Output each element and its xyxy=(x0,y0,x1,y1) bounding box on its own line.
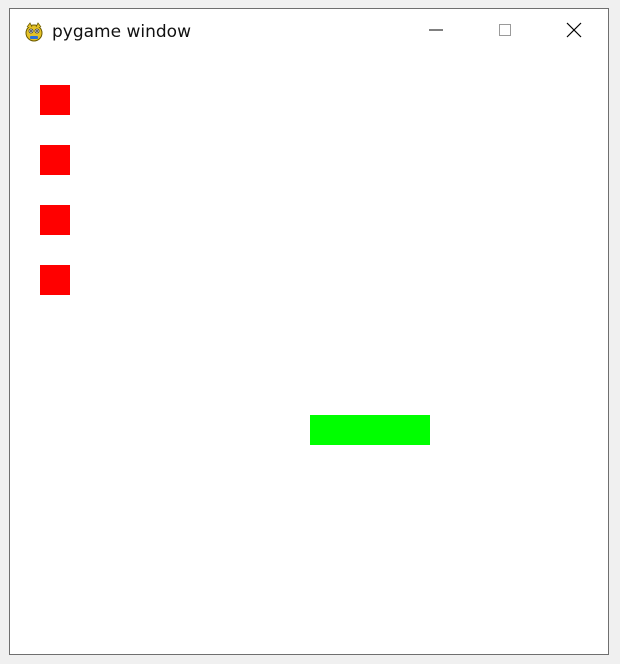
pygame-snake-icon xyxy=(23,21,45,43)
green-paddle xyxy=(310,415,430,445)
game-canvas[interactable] xyxy=(10,55,608,654)
minimize-icon xyxy=(428,22,444,42)
red-block xyxy=(40,85,70,115)
maximize-icon xyxy=(497,22,513,42)
close-icon xyxy=(566,22,582,42)
pygame-window: pygame window xyxy=(9,8,609,655)
maximize-button[interactable] xyxy=(471,9,539,55)
red-block xyxy=(40,145,70,175)
minimize-button[interactable] xyxy=(402,9,470,55)
window-title: pygame window xyxy=(52,22,191,42)
close-button[interactable] xyxy=(540,9,608,55)
red-block xyxy=(40,205,70,235)
title-bar[interactable]: pygame window xyxy=(10,9,608,59)
red-block xyxy=(40,265,70,295)
